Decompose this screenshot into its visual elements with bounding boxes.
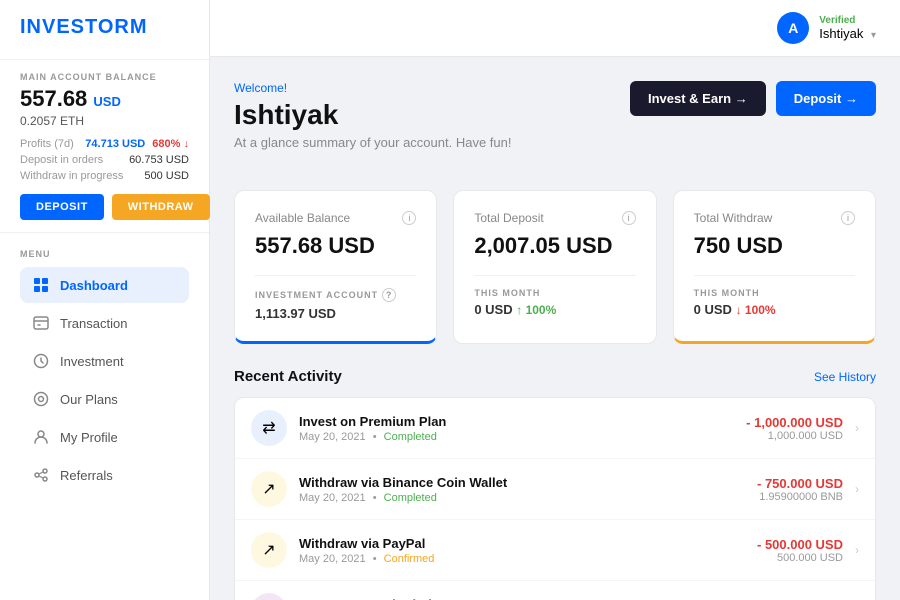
footer-info-icon[interactable]: ? xyxy=(382,288,396,302)
activity-amount: - 500.000 USD 500.000 USD xyxy=(757,537,843,564)
profile-icon xyxy=(32,428,50,446)
account-section: MAIN ACCOUNT BALANCE 557.68 USD 0.2057 E… xyxy=(0,59,209,233)
card-label-text: Total Deposit xyxy=(474,211,543,225)
activity-info: Invest on Standard Plan May 20, 2021 • C… xyxy=(299,597,757,600)
activity-item[interactable]: ↗ Withdraw via Binance Coin Wallet May 2… xyxy=(235,459,875,520)
info-icon[interactable]: i xyxy=(622,211,636,225)
activity-item[interactable]: ⇄ Invest on Premium Plan May 20, 2021 • … xyxy=(235,398,875,459)
info-icon[interactable]: i xyxy=(402,211,416,225)
activity-title: Recent Activity xyxy=(234,368,342,385)
menu-label: MENU xyxy=(20,249,189,259)
activity-icon: ↗ xyxy=(251,471,287,507)
user-info: A Verified Ishtiyak ▾ xyxy=(777,12,876,44)
activity-item[interactable]: ↗ Withdraw via PayPal May 20, 2021 • Con… xyxy=(235,520,875,581)
sidebar-item-label: Referrals xyxy=(60,468,113,483)
plans-icon xyxy=(32,390,50,408)
sidebar-item-label: Our Plans xyxy=(60,392,118,407)
welcome-text: Welcome! xyxy=(234,81,511,95)
sidebar-item-label: My Profile xyxy=(60,430,118,445)
activity-list: ⇄ Invest on Premium Plan May 20, 2021 • … xyxy=(234,397,876,600)
activity-icon: ⇄ xyxy=(251,593,287,600)
main-content: A Verified Ishtiyak ▾ Welcome! Ishtiyak … xyxy=(210,0,900,600)
transaction-icon xyxy=(32,314,50,332)
activity-amount: - 750.000 USD 1.95900000 BNB xyxy=(757,476,843,503)
dashboard-icon xyxy=(32,276,50,294)
deposit-main-button[interactable]: Deposit → xyxy=(776,81,876,116)
activity-info: Withdraw via Binance Coin Wallet May 20,… xyxy=(299,475,757,504)
logo-text: INVEST xyxy=(20,16,98,38)
activity-amount: - 1,000.000 USD 1,000.000 USD xyxy=(746,415,843,442)
logo: INVESTORM xyxy=(0,16,209,59)
activity-icon: ⇄ xyxy=(251,410,287,446)
user-details: Verified Ishtiyak ▾ xyxy=(819,15,876,41)
sidebar-item-label: Transaction xyxy=(60,316,127,331)
sidebar-item-label: Dashboard xyxy=(60,278,128,293)
chevron-down-icon[interactable]: ▾ xyxy=(871,30,876,41)
card-label-text: Total Withdraw xyxy=(694,211,773,225)
activity-icon: ↗ xyxy=(251,532,287,568)
withdraw-progress-row: Withdraw in progress 500 USD xyxy=(20,170,189,182)
verified-badge: Verified xyxy=(819,15,876,26)
sidebar-item-profile[interactable]: My Profile xyxy=(20,419,189,455)
sidebar-item-dashboard[interactable]: Dashboard xyxy=(20,267,189,303)
action-buttons: DEPOSIT WITHDRAW xyxy=(20,194,189,220)
page-title: Ishtiyak xyxy=(234,99,511,131)
main-balance: 557.68 USD xyxy=(20,86,189,112)
activity-header: Recent Activity See History xyxy=(234,368,876,385)
header: A Verified Ishtiyak ▾ xyxy=(210,0,900,57)
eth-balance: 0.2057 ETH xyxy=(20,114,189,128)
username-display: Ishtiyak ▾ xyxy=(819,26,876,41)
sidebar-item-transaction[interactable]: Transaction xyxy=(20,305,189,341)
chevron-right-icon: › xyxy=(855,421,859,435)
page-subtitle: At a glance summary of your account. Hav… xyxy=(234,135,511,150)
total-deposit-card: Total Deposit i 2,007.05 USD THIS MONTH … xyxy=(453,190,656,344)
activity-info: Invest on Premium Plan May 20, 2021 • Co… xyxy=(299,414,746,443)
chevron-right-icon: › xyxy=(855,482,859,496)
card-label-text: Available Balance xyxy=(255,211,350,225)
card-value: 750 USD xyxy=(694,233,855,259)
deposit-button[interactable]: DEPOSIT xyxy=(20,194,104,220)
avatar: A xyxy=(777,12,809,44)
see-history-link[interactable]: See History xyxy=(814,370,876,384)
invest-earn-button[interactable]: Invest & Earn → xyxy=(630,81,766,116)
deposit-orders-row: Deposit in orders 60.753 USD xyxy=(20,154,189,166)
account-label: MAIN ACCOUNT BALANCE xyxy=(20,72,189,82)
sidebar: INVESTORM MAIN ACCOUNT BALANCE 557.68 US… xyxy=(0,0,210,600)
total-withdraw-card: Total Withdraw i 750 USD THIS MONTH 0 US… xyxy=(673,190,876,344)
page-header: Welcome! Ishtiyak At a glance summary of… xyxy=(234,81,511,170)
sidebar-item-referrals[interactable]: Referrals xyxy=(20,457,189,493)
available-balance-card: Available Balance i 557.68 USD INVESTMEN… xyxy=(234,190,437,344)
investment-icon xyxy=(32,352,50,370)
sidebar-item-label: Investment xyxy=(60,354,124,369)
activity-item[interactable]: ⇄ Invest on Standard Plan May 20, 2021 •… xyxy=(235,581,875,600)
sidebar-item-investment[interactable]: Investment xyxy=(20,343,189,379)
info-icon[interactable]: i xyxy=(841,211,855,225)
card-footer-value: 1,113.97 USD xyxy=(255,306,416,321)
balance-cards: Available Balance i 557.68 USD INVESTMEN… xyxy=(234,190,876,344)
chevron-right-icon: › xyxy=(855,543,859,557)
referrals-icon xyxy=(32,466,50,484)
withdraw-button[interactable]: WITHDRAW xyxy=(112,194,210,220)
profits-row: Profits (7d) 74.713 USD 680% ↓ xyxy=(20,138,189,150)
top-action-buttons: Invest & Earn → Deposit → xyxy=(630,81,876,116)
dashboard-content: Welcome! Ishtiyak At a glance summary of… xyxy=(210,57,900,600)
username-text: Ishtiyak xyxy=(819,26,863,41)
logo-highlight: ORM xyxy=(98,16,148,38)
activity-info: Withdraw via PayPal May 20, 2021 • Confi… xyxy=(299,536,757,565)
card-value: 557.68 USD xyxy=(255,233,416,259)
menu-section: MENU Dashboard Transaction Investment Ou… xyxy=(0,233,209,503)
sidebar-item-plans[interactable]: Our Plans xyxy=(20,381,189,417)
card-value: 2,007.05 USD xyxy=(474,233,635,259)
